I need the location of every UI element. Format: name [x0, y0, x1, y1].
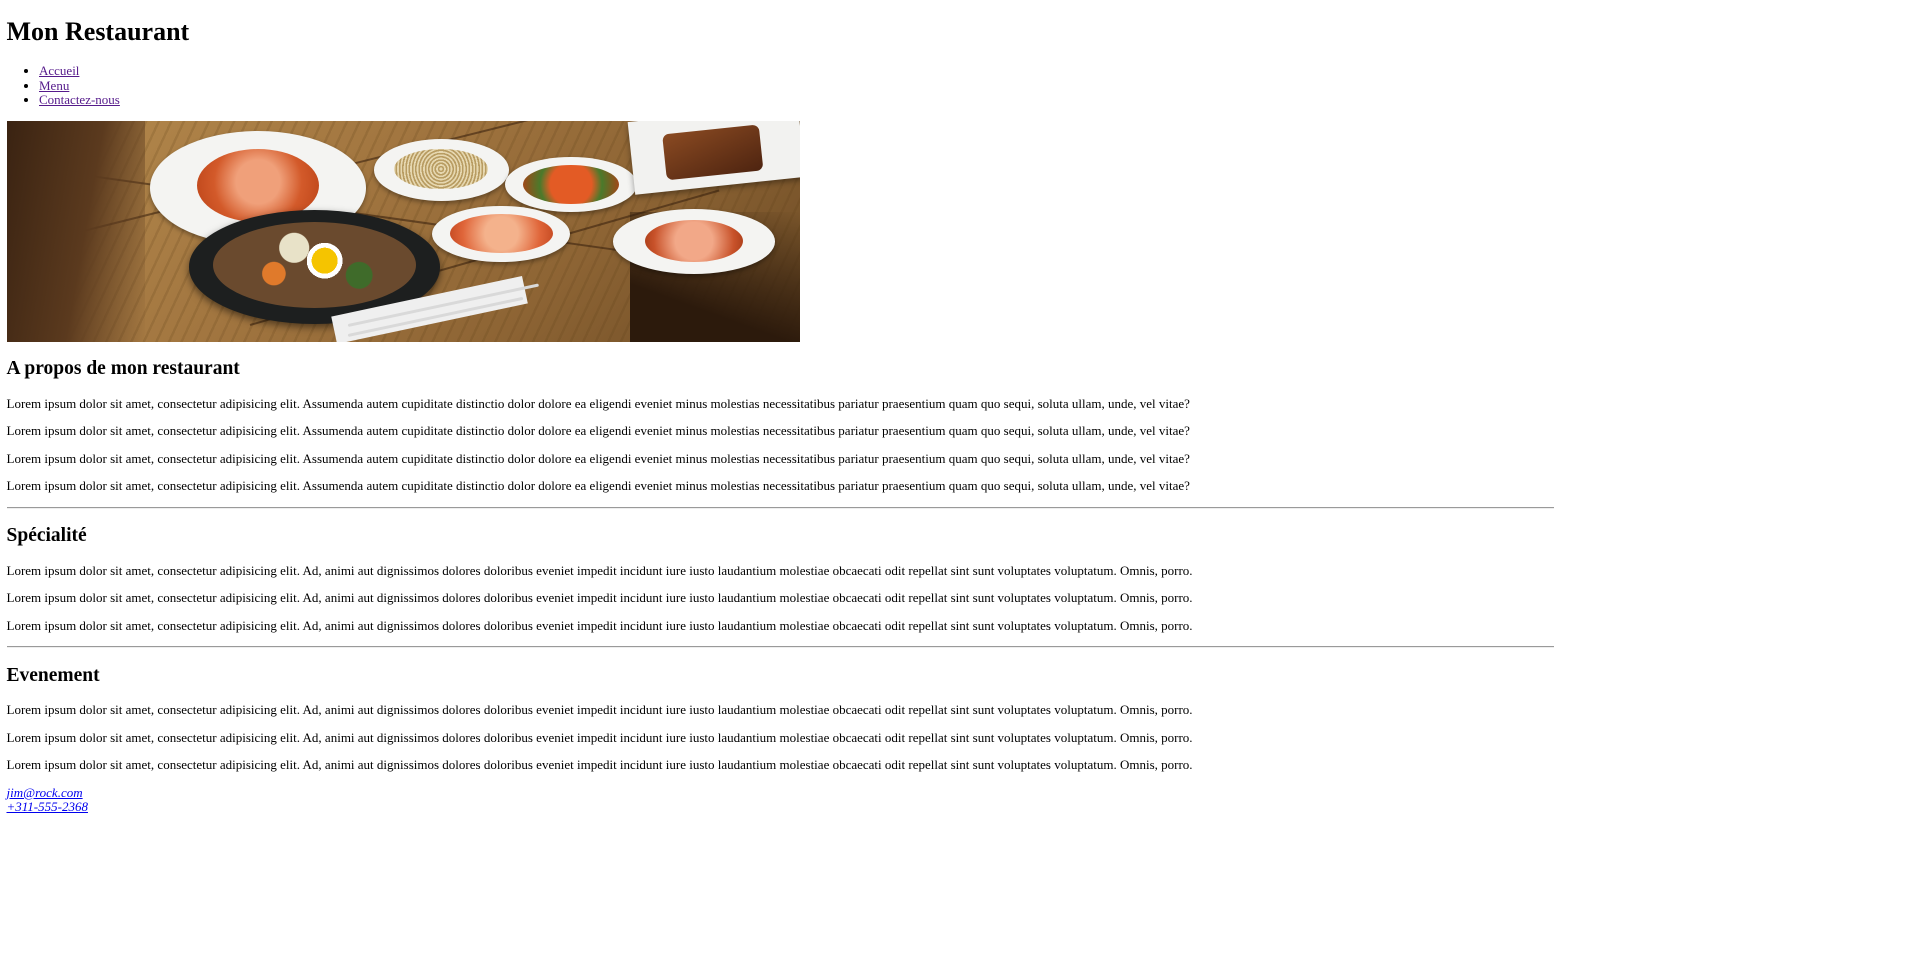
nav-item-menu: Menu	[39, 78, 1554, 94]
about-heading: A propos de mon restaurant	[6, 358, 240, 380]
section-divider	[6, 646, 1554, 649]
event-heading: Evenement	[6, 664, 100, 686]
event-paragraph: Lorem ipsum dolor sit amet, consectetur …	[6, 701, 1193, 717]
soup-food	[645, 220, 743, 263]
image-shadow-left	[6, 121, 145, 342]
hero-food-image	[6, 121, 801, 342]
contact-info: jim@rock.com +311-555-2368	[7, 785, 1554, 815]
plate-noodles	[373, 138, 509, 201]
specialty-heading: Spécialité	[6, 525, 87, 547]
about-paragraph: Lorem ipsum dolor sit amet, consectetur …	[6, 423, 1190, 439]
plate-tofu	[432, 205, 571, 263]
page-title: Mon Restaurant	[6, 17, 190, 47]
event-paragraph: Lorem ipsum dolor sit amet, consectetur …	[6, 757, 1193, 773]
specialty-paragraph: Lorem ipsum dolor sit amet, consectetur …	[6, 590, 1193, 606]
plate-side-dish	[505, 156, 637, 212]
bibimbap-food	[212, 221, 416, 308]
about-paragraph: Lorem ipsum dolor sit amet, consectetur …	[6, 395, 1190, 411]
page: Mon Restaurant Accueil Menu Contactez-no…	[0, 17, 1560, 815]
tofu-food	[450, 213, 553, 253]
nav-link-contact[interactable]: Contactez-nous	[39, 92, 120, 107]
phone-link[interactable]: +311-555-2368	[7, 800, 88, 815]
plate-soup	[612, 208, 776, 274]
nav-item-accueil: Accueil	[39, 63, 1554, 79]
nav-link-accueil[interactable]: Accueil	[39, 63, 79, 78]
specialty-paragraph: Lorem ipsum dolor sit amet, consectetur …	[6, 617, 1193, 633]
about-paragraph: Lorem ipsum dolor sit amet, consectetur …	[6, 478, 1190, 494]
event-paragraph: Lorem ipsum dolor sit amet, consectetur …	[6, 729, 1193, 745]
nav-item-contact: Contactez-nous	[39, 92, 1554, 108]
nav-link-menu[interactable]: Menu	[39, 78, 69, 93]
about-paragraph: Lorem ipsum dolor sit amet, consectetur …	[6, 450, 1190, 466]
side-dish-food	[523, 164, 620, 204]
main-nav: Accueil Menu Contactez-nous	[7, 63, 1554, 108]
square-plate-meat	[627, 121, 801, 195]
section-divider	[6, 507, 1554, 509]
specialty-paragraph: Lorem ipsum dolor sit amet, consectetur …	[6, 562, 1193, 578]
meat-food	[661, 124, 763, 181]
email-link[interactable]: jim@rock.com	[7, 785, 83, 801]
noodles-food	[394, 148, 489, 190]
